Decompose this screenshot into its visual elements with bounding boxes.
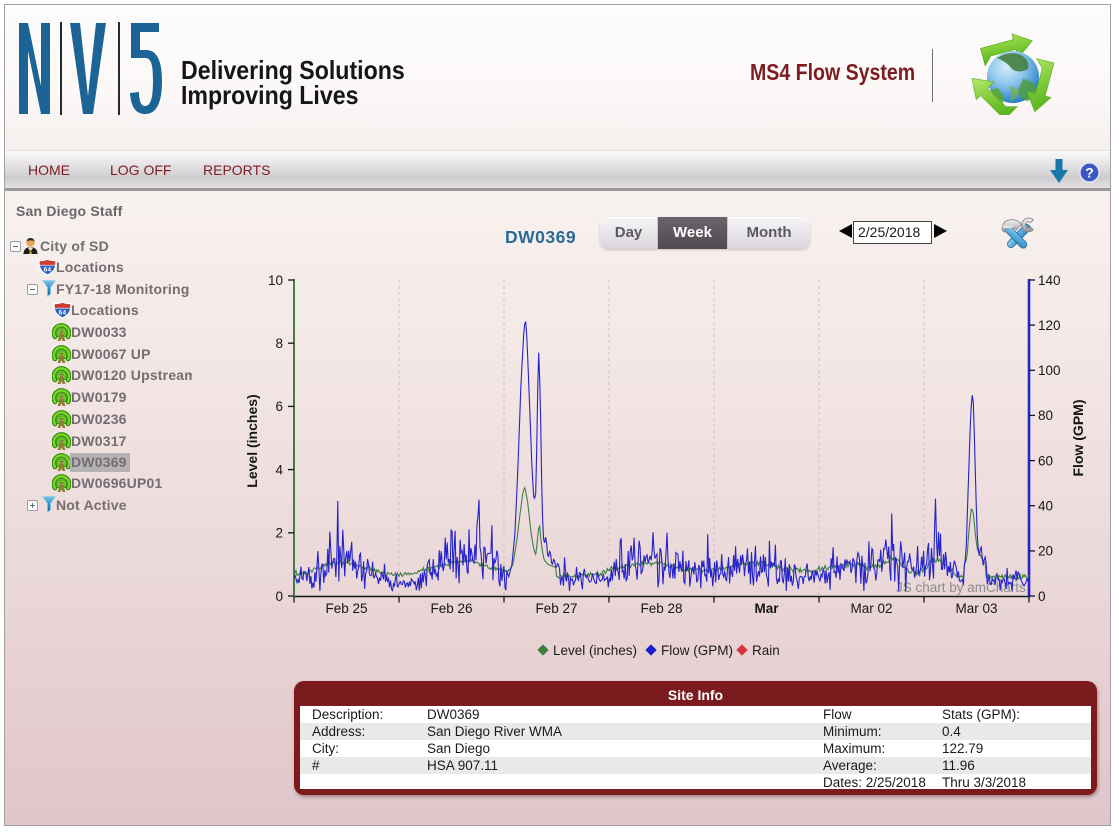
- svg-text:120: 120: [1038, 318, 1061, 333]
- svg-text:Flow (GPM): Flow (GPM): [661, 643, 733, 658]
- svg-text:60: 60: [1038, 453, 1053, 468]
- svg-text:Feb 27: Feb 27: [535, 601, 577, 616]
- svg-text:Level (inches): Level (inches): [553, 643, 637, 658]
- svg-text:100: 100: [1038, 363, 1061, 378]
- svg-text:Mar: Mar: [754, 601, 779, 616]
- svg-text:140: 140: [1038, 273, 1061, 288]
- svg-text:Level (inches): Level (inches): [244, 394, 260, 487]
- svg-text:40: 40: [1038, 499, 1053, 514]
- svg-text:Feb 25: Feb 25: [325, 601, 367, 616]
- svg-text:2: 2: [275, 526, 283, 541]
- svg-text:10: 10: [268, 273, 283, 288]
- svg-text:20: 20: [1038, 544, 1053, 559]
- svg-text:Feb 26: Feb 26: [430, 601, 472, 616]
- svg-text:0: 0: [1038, 589, 1046, 604]
- svg-text:Rain: Rain: [752, 643, 780, 658]
- svg-text:Mar 03: Mar 03: [955, 601, 997, 616]
- svg-text:6: 6: [275, 399, 283, 414]
- svg-text:80: 80: [1038, 408, 1053, 423]
- svg-text:Mar 02: Mar 02: [850, 601, 892, 616]
- svg-text:8: 8: [275, 336, 283, 351]
- svg-text:Flow (GPM): Flow (GPM): [1070, 400, 1086, 477]
- svg-text:0: 0: [275, 589, 283, 604]
- svg-text:4: 4: [275, 462, 283, 477]
- svg-text:Feb 28: Feb 28: [640, 601, 682, 616]
